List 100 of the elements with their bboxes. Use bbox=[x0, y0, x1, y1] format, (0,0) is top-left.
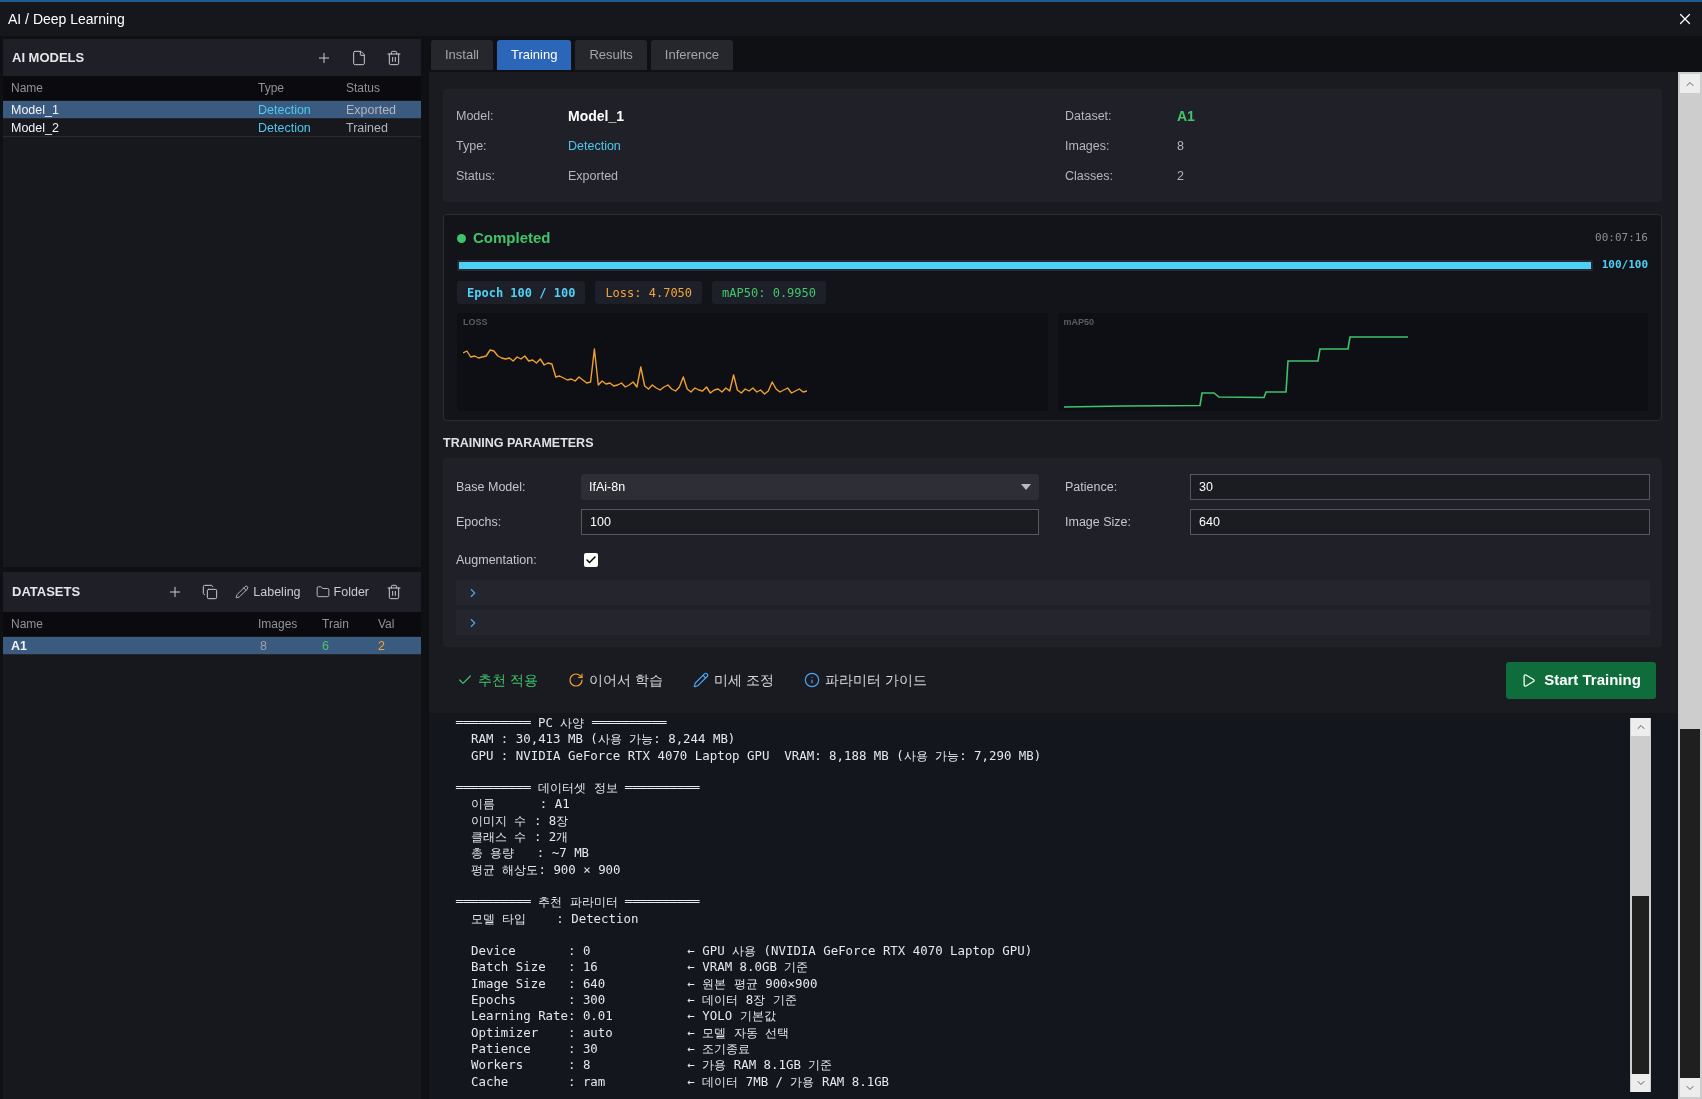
console-line: 모델 타입 : Detection bbox=[471, 910, 639, 927]
chart-title: LOSS bbox=[463, 317, 488, 327]
info-value: 2 bbox=[1177, 167, 1184, 185]
console-line: RAM : 30,413 MB (사용 가능: 8,244 MB) bbox=[471, 731, 736, 748]
stat-badge: Epoch 100 / 100 bbox=[457, 281, 586, 304]
table-row[interactable]: A1 8 6 2 bbox=[3, 637, 421, 655]
console-line: Workers : 8 ← 가용 RAM 8.1GB 기준 bbox=[471, 1057, 833, 1074]
field-label: Augmentation: bbox=[456, 551, 537, 569]
pencil-icon bbox=[692, 672, 709, 688]
column-header: Name bbox=[11, 616, 43, 633]
info-value: Detection bbox=[568, 137, 621, 155]
circular-arrow-icon bbox=[567, 672, 584, 688]
info-label: Dataset: bbox=[1065, 107, 1113, 125]
column-header: Val bbox=[378, 616, 395, 633]
field-label: Epochs: bbox=[456, 513, 502, 531]
section-heading: TRAINING PARAMETERS bbox=[443, 435, 594, 451]
column-header: Name bbox=[11, 80, 43, 97]
tab[interactable]: Inference bbox=[650, 40, 733, 70]
console-line: 클래스 수 : 2개 bbox=[471, 829, 569, 846]
check-icon bbox=[585, 554, 597, 566]
info-label: Model: bbox=[456, 107, 495, 125]
chart-title: mAP50 bbox=[1063, 317, 1094, 327]
tab[interactable]: Install bbox=[431, 40, 493, 70]
trash-icon bbox=[386, 584, 402, 600]
scroll-up-button[interactable] bbox=[1680, 74, 1700, 93]
console-line: 총 용량 : ~7 MB bbox=[471, 845, 590, 862]
scroll-down-button[interactable] bbox=[1631, 1074, 1650, 1092]
console-line: Optimizer : auto ← 모델 자동 선택 bbox=[471, 1024, 790, 1041]
column-header: Type bbox=[258, 80, 284, 97]
labeling-button[interactable]: Labeling bbox=[233, 580, 303, 604]
base-model-select[interactable]: IfAi-8n bbox=[581, 474, 1039, 500]
table-cell-text: Model_2 bbox=[11, 120, 59, 137]
stat-badge: Loss: 4.7050 bbox=[595, 281, 703, 304]
console-line: Epochs : 300 ← 데이터 8장 기준 bbox=[471, 992, 797, 1009]
input-field[interactable]: 30 bbox=[1190, 474, 1650, 500]
panel-title: DATASETS bbox=[12, 583, 81, 602]
table-cell-text: Trained bbox=[346, 120, 388, 137]
trash-icon bbox=[386, 49, 402, 66]
table-cell-text: Model_1 bbox=[11, 102, 59, 119]
table-row[interactable]: Model_1 Detection Exported bbox=[3, 101, 421, 119]
console-line: Device : 0 ← GPU 사용 (NVIDIA GeForce RTX 4070 Laptop GPU) bbox=[471, 943, 1033, 960]
info-label: Status: bbox=[456, 167, 496, 185]
console-line: Learning Rate: 0.01 ← YOLO 기본값 bbox=[471, 1008, 776, 1025]
console-line: Patience : 30 ← 조기종료 bbox=[471, 1040, 751, 1058]
console-heading: ══════════ 데이터셋 정보 ══════════ bbox=[456, 780, 700, 797]
progress-count: 100/100 bbox=[1601, 256, 1648, 273]
file-icon bbox=[351, 49, 367, 66]
info-label: Images: bbox=[1065, 137, 1111, 155]
augmentation-checkbox[interactable] bbox=[584, 553, 598, 567]
tab[interactable]: Training bbox=[496, 40, 572, 70]
info-value: A1 bbox=[1177, 106, 1195, 126]
console-line: GPU : NVIDIA GeForce RTX 4070 Laptop GPU VRAM: 8,188 MB (사용 가능: 7,290 MB) bbox=[471, 747, 1042, 764]
stat-badge: mAP50: 0.9950 bbox=[712, 281, 826, 304]
input-field[interactable]: 100 bbox=[581, 509, 1039, 535]
console-line: 이름 : A1 bbox=[471, 796, 570, 813]
table-cell-text: 8 bbox=[259, 638, 267, 655]
input-field[interactable]: 640 bbox=[1190, 509, 1650, 535]
info-value: 8 bbox=[1177, 137, 1184, 155]
info-icon bbox=[803, 672, 820, 688]
table-cell-text: 6 bbox=[322, 638, 329, 655]
console-heading: ══════════ PC 사양 ══════════ bbox=[456, 715, 667, 732]
folder-icon bbox=[315, 585, 330, 599]
start-training-button[interactable]: Start Training bbox=[1506, 661, 1656, 699]
scrollbar-thumb[interactable] bbox=[1632, 896, 1649, 1074]
console-heading: ══════════ 추천 파라미터 ══════════ bbox=[456, 894, 700, 911]
scrollbar[interactable] bbox=[1630, 718, 1651, 1092]
info-value: Model_1 bbox=[568, 106, 624, 126]
table-cell-text: Detection bbox=[258, 102, 311, 119]
window-title: AI / Deep Learning bbox=[8, 9, 125, 29]
pencil-icon bbox=[235, 585, 250, 599]
table-cell-text: Detection bbox=[258, 120, 311, 137]
console-line: Image Size : 640 ← 원본 평균 900×900 bbox=[471, 975, 818, 993]
field-label: Base Model: bbox=[456, 478, 526, 496]
guide-button[interactable]: 파라미터 가이드 bbox=[803, 667, 927, 693]
scroll-down-button[interactable] bbox=[1680, 1078, 1700, 1097]
console-line: 평균 해상도: 900 × 900 bbox=[471, 861, 621, 878]
caret-down-icon bbox=[1021, 484, 1031, 490]
elapsed-time: 00:07:16 bbox=[1595, 229, 1648, 246]
scrollbar[interactable] bbox=[1678, 72, 1702, 1099]
console-line: 이미지 수 : 8장 bbox=[471, 812, 569, 830]
resume-button[interactable]: 이어서 학습 bbox=[567, 667, 663, 693]
console-line: Cache : ram ← 데이터 7MB / 가용 RAM 8.1GB bbox=[471, 1073, 890, 1090]
tab[interactable]: Results bbox=[575, 40, 647, 70]
info-label: Type: bbox=[456, 137, 488, 155]
play-icon bbox=[1521, 672, 1537, 688]
info-label: Classes: bbox=[1065, 167, 1114, 185]
console-line: Batch Size : 16 ← VRAM 8.0GB 기준 bbox=[471, 959, 809, 976]
table-cell-text: Exported bbox=[346, 102, 397, 119]
status-text: Completed bbox=[473, 227, 551, 248]
scroll-up-button[interactable] bbox=[1631, 718, 1650, 736]
fine-tune-button[interactable]: 미세 조정 bbox=[692, 667, 774, 693]
folder-button[interactable]: Folder bbox=[313, 580, 371, 604]
panel-title: AI MODELS bbox=[12, 48, 85, 67]
table-cell-text: 2 bbox=[378, 638, 385, 655]
info-value: Exported bbox=[568, 167, 619, 185]
column-header: Status bbox=[346, 80, 381, 97]
apply-button[interactable]: 추천 적용 bbox=[457, 667, 538, 693]
scrollbar-thumb[interactable] bbox=[1680, 729, 1700, 1078]
table-cell-text: A1 bbox=[11, 638, 27, 655]
column-header: Train bbox=[322, 616, 349, 633]
